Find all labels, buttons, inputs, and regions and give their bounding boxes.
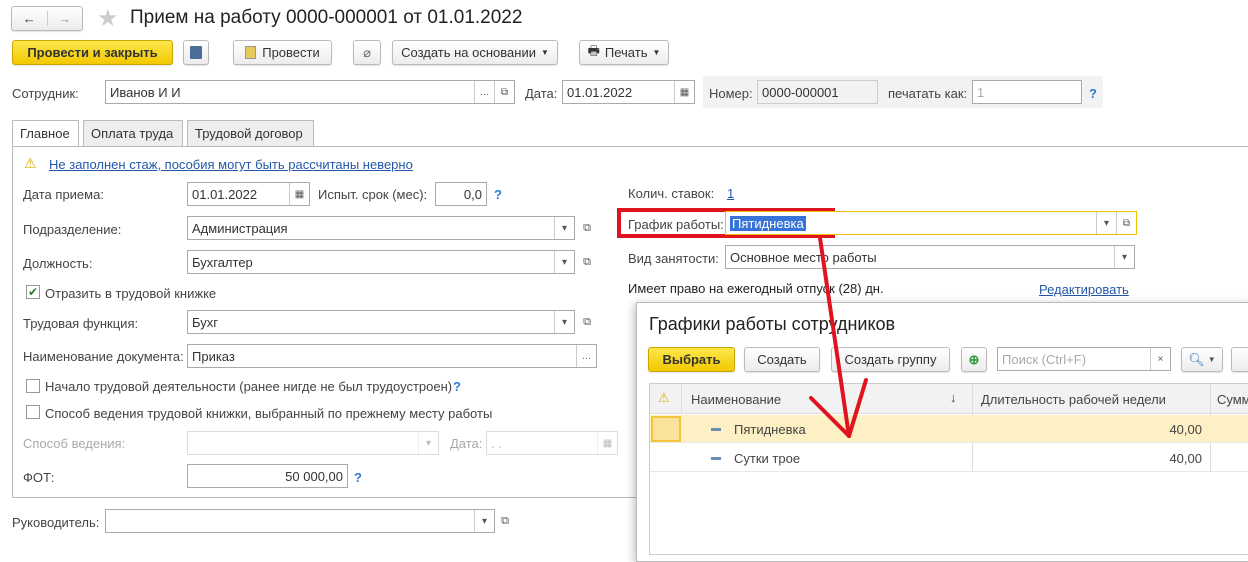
annotation-arrow-icon: [809, 236, 868, 438]
